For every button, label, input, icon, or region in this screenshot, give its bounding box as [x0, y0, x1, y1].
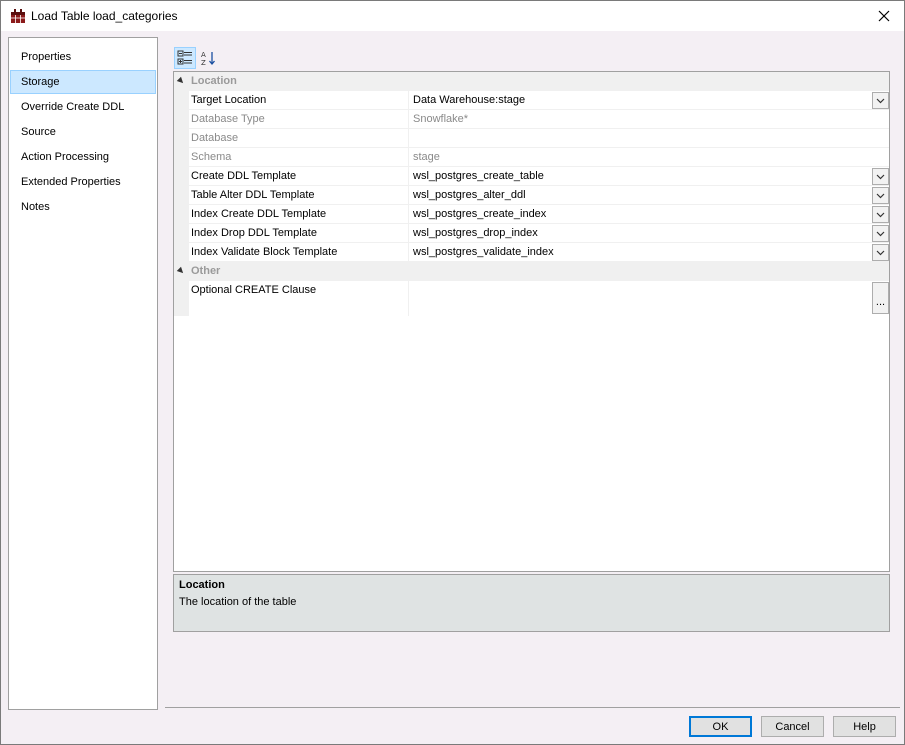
property-row-schema: Schema stage [174, 148, 889, 167]
help-button[interactable]: Help [833, 716, 896, 737]
dropdown-button[interactable] [872, 244, 889, 261]
row-gutter [174, 148, 189, 167]
dialog-client-area: Properties Storage Override Create DDL S… [1, 31, 904, 744]
property-value[interactable]: wsl_postgres_create_index [413, 205, 871, 224]
row-gutter [174, 167, 189, 186]
chevron-down-icon [876, 212, 885, 217]
property-row-index-create-ddl-template[interactable]: Index Create DDL Template wsl_postgres_c… [174, 205, 889, 224]
chevron-down-icon [876, 174, 885, 179]
property-row-table-alter-ddl-template[interactable]: Table Alter DDL Template wsl_postgres_al… [174, 186, 889, 205]
property-name: Index Drop DDL Template [191, 224, 409, 243]
property-name: Table Alter DDL Template [191, 186, 409, 205]
alphabetical-button[interactable]: A Z [197, 47, 219, 69]
property-value[interactable]: wsl_postgres_create_table [413, 167, 871, 186]
property-row-optional-create-clause[interactable]: Optional CREATE Clause ... [174, 281, 889, 316]
nav-item-storage[interactable]: Storage [10, 70, 156, 94]
description-panel: Location The location of the table [173, 574, 890, 632]
collapse-triangle-icon[interactable] [176, 76, 186, 86]
property-name: Create DDL Template [191, 167, 409, 186]
property-name: Index Create DDL Template [191, 205, 409, 224]
dialog-window: Load Table load_categories Properties St… [0, 0, 905, 745]
property-row-create-ddl-template[interactable]: Create DDL Template wsl_postgres_create_… [174, 167, 889, 186]
dropdown-button[interactable] [872, 225, 889, 242]
description-title: Location [179, 579, 225, 591]
property-row-database-type: Database Type Snowflake* [174, 110, 889, 129]
property-row-database: Database [174, 129, 889, 148]
nav-item-notes[interactable]: Notes [10, 195, 156, 219]
nav-item-source[interactable]: Source [10, 120, 156, 144]
category-label: Other [191, 265, 221, 277]
title-bar[interactable]: Load Table load_categories [1, 1, 904, 31]
property-name: Database [191, 129, 409, 148]
property-name: Database Type [191, 110, 409, 129]
property-value[interactable]: wsl_postgres_alter_ddl [413, 186, 871, 205]
table-app-icon [11, 9, 25, 23]
property-name: Optional CREATE Clause [191, 281, 409, 316]
property-value: Snowflake* [413, 113, 469, 125]
nav-item-override-create-ddl[interactable]: Override Create DDL [10, 95, 156, 119]
close-button[interactable] [864, 1, 904, 31]
property-name: Schema [191, 148, 409, 167]
divider [165, 707, 900, 708]
chevron-down-icon [876, 98, 885, 103]
row-gutter [174, 205, 189, 224]
sort-az-icon: A Z [201, 51, 215, 66]
dropdown-button[interactable] [872, 206, 889, 223]
dropdown-button[interactable] [872, 168, 889, 185]
property-name: Target Location [191, 91, 409, 110]
row-gutter [174, 224, 189, 243]
row-gutter [174, 129, 189, 148]
property-row-target-location[interactable]: Target Location Data Warehouse:stage [174, 91, 889, 110]
categorized-button[interactable] [174, 47, 196, 69]
row-gutter [174, 281, 189, 316]
ellipsis-button[interactable]: ... [872, 282, 889, 314]
property-grid: Location Target Location Data Warehouse:… [173, 71, 890, 572]
row-gutter [174, 243, 189, 262]
property-value[interactable]: Data Warehouse:stage [413, 91, 871, 110]
row-gutter [174, 91, 189, 110]
chevron-down-icon [876, 193, 885, 198]
property-value[interactable]: wsl_postgres_drop_index [413, 224, 871, 243]
property-value: stage [413, 151, 440, 163]
chevron-down-icon [876, 231, 885, 236]
nav-item-properties[interactable]: Properties [10, 45, 156, 69]
property-row-index-validate-block-template[interactable]: Index Validate Block Template wsl_postgr… [174, 243, 889, 262]
property-value [413, 129, 871, 148]
description-text: The location of the table [179, 596, 297, 608]
nav-item-extended-properties[interactable]: Extended Properties [10, 170, 156, 194]
close-icon [878, 10, 890, 22]
dropdown-button[interactable] [872, 92, 889, 109]
row-gutter [174, 110, 189, 129]
category-location[interactable]: Location [174, 72, 889, 91]
property-value[interactable]: wsl_postgres_validate_index [413, 243, 871, 262]
svg-text:Z: Z [201, 59, 206, 66]
section-nav: Properties Storage Override Create DDL S… [8, 37, 158, 710]
property-name: Index Validate Block Template [191, 243, 409, 262]
window-title: Load Table load_categories [31, 9, 178, 23]
ok-button[interactable]: OK [689, 716, 752, 737]
category-other[interactable]: Other [174, 262, 889, 281]
svg-text:A: A [201, 51, 206, 59]
collapse-triangle-icon[interactable] [176, 266, 186, 276]
dropdown-button[interactable] [872, 187, 889, 204]
chevron-down-icon [876, 250, 885, 255]
property-row-index-drop-ddl-template[interactable]: Index Drop DDL Template wsl_postgres_dro… [174, 224, 889, 243]
cancel-button[interactable]: Cancel [761, 716, 824, 737]
row-gutter [174, 186, 189, 205]
categorized-icon [177, 50, 192, 65]
nav-item-action-processing[interactable]: Action Processing [10, 145, 156, 169]
category-label: Location [191, 75, 237, 87]
